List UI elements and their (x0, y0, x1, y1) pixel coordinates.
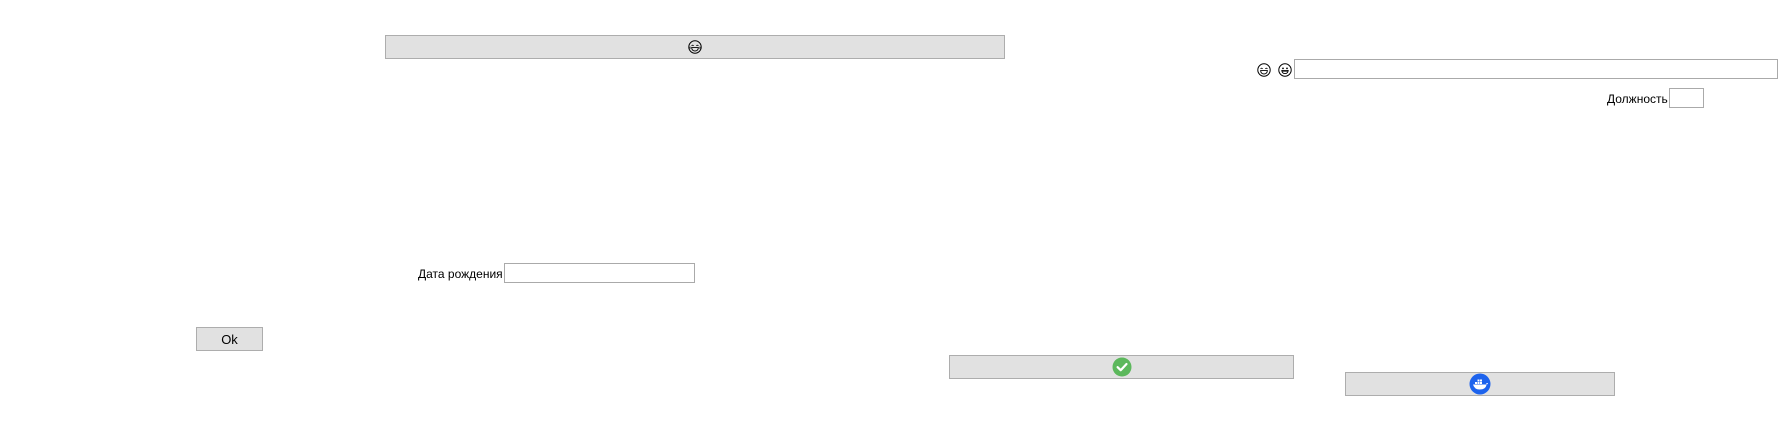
name-field[interactable] (1294, 59, 1778, 79)
docker-button[interactable] (1345, 372, 1615, 396)
docker-whale-icon (1469, 373, 1491, 395)
window-canvas: Должность Дата рождения Ok (0, 0, 1779, 431)
face-with-tears-of-joy-icon (1257, 63, 1271, 77)
ok-button-label: Ok (221, 331, 238, 347)
birth-date-field[interactable] (504, 263, 695, 283)
position-field[interactable] (1669, 88, 1704, 108)
ok-button[interactable]: Ok (196, 327, 263, 351)
position-label: Должность (1607, 92, 1668, 106)
face-with-tears-of-joy-icon (688, 40, 702, 54)
check-circle-icon (1112, 357, 1132, 377)
grinning-face-icon (1278, 63, 1292, 77)
confirm-button[interactable] (949, 355, 1294, 379)
birth-date-label: Дата рождения (418, 267, 503, 281)
emoji-button[interactable] (385, 35, 1005, 59)
